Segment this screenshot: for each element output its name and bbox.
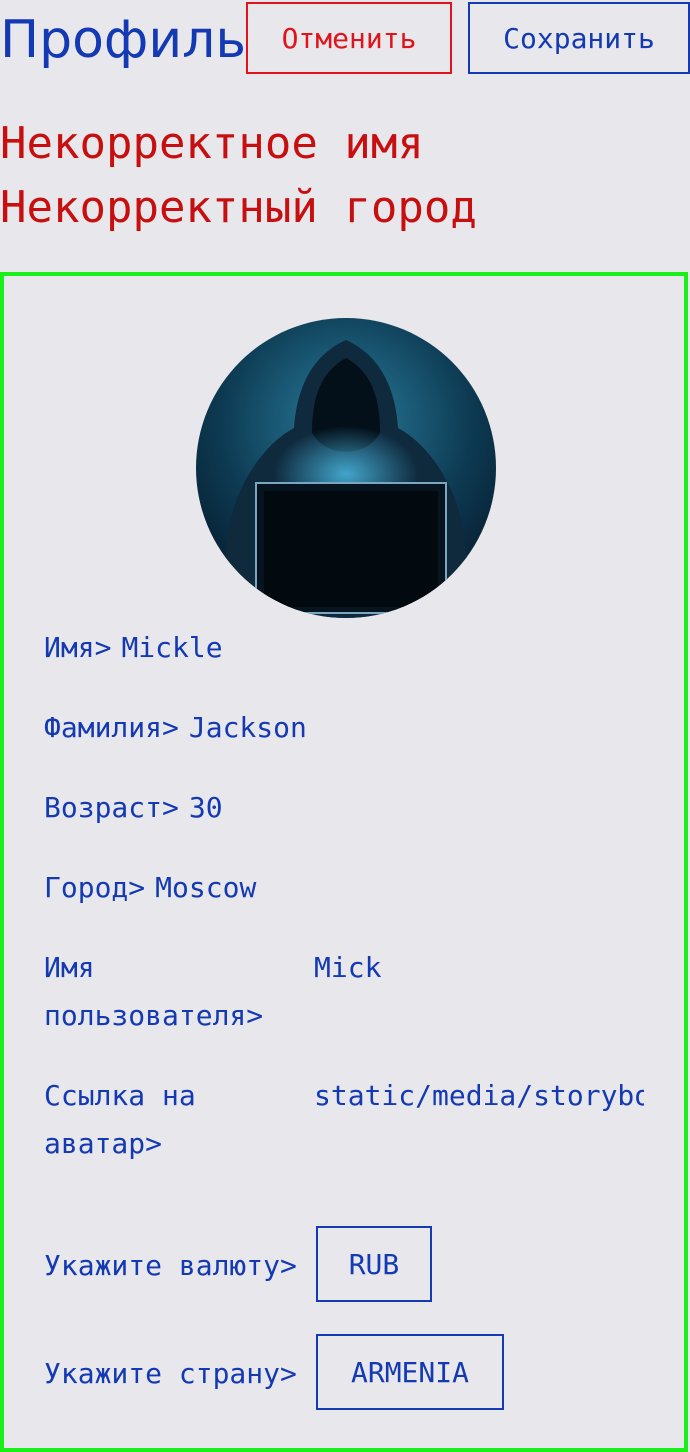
age-input[interactable]: 30: [189, 784, 223, 832]
avatar-link-label: Ссылка на аватар>: [44, 1079, 196, 1160]
currency-row: Укажите валюту>: [44, 1242, 297, 1290]
age-row: Возраст> 30: [44, 784, 223, 832]
city-input[interactable]: Moscow: [155, 864, 256, 912]
last-name-label: Фамилия>: [44, 711, 179, 744]
username-row: Имя пользователя> Mick: [44, 944, 654, 1040]
username-input[interactable]: Mick: [314, 944, 644, 992]
profile-card: Имя> Mickle Фамилия> Jackson Возраст> 30 Го…: [0, 272, 688, 1452]
last-name-input[interactable]: Jackson: [189, 704, 307, 752]
last-name-row: Фамилия> Jackson: [44, 704, 307, 752]
first-name-input[interactable]: Mickle: [121, 624, 222, 672]
avatar: [196, 318, 496, 618]
save-button[interactable]: Сохранить: [468, 2, 690, 74]
error-list: Некорректное имя Некорректный город: [0, 112, 477, 240]
city-label: Город>: [44, 871, 146, 904]
first-name-label: Имя>: [44, 631, 112, 664]
country-label: Укажите страну>: [44, 1357, 297, 1390]
error-name: Некорректное имя: [0, 118, 424, 169]
country-row: Укажите страну>: [44, 1350, 297, 1398]
page-title: Профиль: [0, 10, 247, 70]
avatar-link-row: Ссылка на аватар> static/media/storybook…: [44, 1072, 654, 1168]
country-select[interactable]: ARMENIA: [316, 1334, 504, 1410]
hacker-avatar-image: [196, 318, 496, 618]
first-name-row: Имя> Mickle: [44, 624, 223, 672]
city-row: Город> Moscow: [44, 864, 256, 912]
cancel-button[interactable]: Отменить: [246, 2, 452, 74]
profile-header: Профиль Отменить Сохранить: [0, 0, 690, 80]
username-label: Имя пользователя>: [44, 951, 264, 1032]
error-city: Некорректный город: [0, 182, 477, 233]
avatar-link-input[interactable]: static/media/storybook.jpg: [314, 1072, 644, 1120]
age-label: Возраст>: [44, 791, 179, 824]
currency-select[interactable]: RUB: [316, 1226, 432, 1302]
currency-label: Укажите валюту>: [44, 1249, 297, 1282]
